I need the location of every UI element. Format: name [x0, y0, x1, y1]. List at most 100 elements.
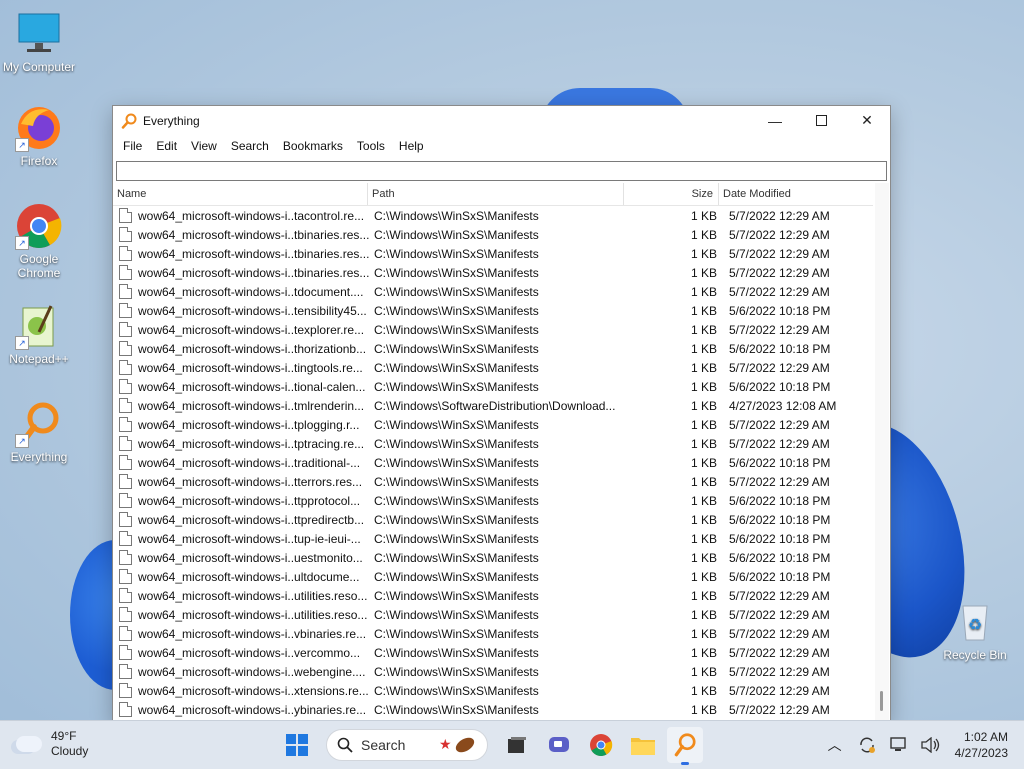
file-icon	[119, 227, 132, 242]
column-date-modified[interactable]: Date Modified	[719, 183, 873, 205]
cell-size: 1 KB	[690, 246, 717, 261]
table-row[interactable]: wow64_microsoft-windows-i..texplorer.re.…	[113, 320, 873, 339]
table-row[interactable]: wow64_microsoft-windows-i..tmlrenderin..…	[113, 396, 873, 415]
taskbar-chrome-button[interactable]	[583, 727, 619, 763]
everything-window[interactable]: Everything — ✕ File Edit View Search Boo…	[112, 105, 891, 722]
desktop-icon-firefox[interactable]: ↗ Firefox	[0, 104, 78, 168]
cell-path: C:\Windows\WinSxS\Manifests	[374, 683, 539, 698]
network-button[interactable]	[887, 733, 911, 757]
close-icon: ✕	[861, 112, 873, 128]
table-row[interactable]: wow64_microsoft-windows-i..tbinaries.res…	[113, 263, 873, 282]
table-row[interactable]: wow64_microsoft-windows-i..xtensions.re.…	[113, 681, 873, 700]
table-row[interactable]: wow64_microsoft-windows-i..webengine....…	[113, 662, 873, 681]
file-icon	[119, 265, 132, 280]
desktop-icon-chrome[interactable]: ↗ Google Chrome	[0, 202, 78, 280]
menu-tools[interactable]: Tools	[350, 135, 392, 157]
cell-path: C:\Windows\WinSxS\Manifests	[374, 512, 539, 527]
scrollbar-thumb[interactable]	[880, 691, 883, 711]
cell-date-modified: 5/7/2022 12:29 AM	[729, 246, 830, 261]
teams-chat-button[interactable]	[541, 727, 577, 763]
file-name: wow64_microsoft-windows-i..tterrors.res.…	[138, 474, 363, 489]
search-input[interactable]	[117, 162, 886, 180]
clock[interactable]: 1:02 AM 4/27/2023	[955, 729, 1008, 761]
task-view-button[interactable]	[499, 727, 535, 763]
file-icon	[119, 626, 132, 641]
taskbar: 49°F Cloudy Search ★ ︿ 1:02 AM 4/27/2023	[0, 720, 1024, 769]
table-row[interactable]: wow64_microsoft-windows-i..ultdocume... C…	[113, 567, 873, 586]
maximize-button[interactable]	[798, 106, 844, 135]
table-row[interactable]: wow64_microsoft-windows-i..tbinaries.res…	[113, 225, 873, 244]
file-icon	[119, 246, 132, 261]
notepadpp-icon: ↗	[15, 302, 63, 350]
title-bar[interactable]: Everything — ✕	[113, 106, 890, 135]
show-hidden-icons-button[interactable]: ︿	[823, 733, 847, 757]
cell-size: 1 KB	[690, 626, 717, 641]
start-button[interactable]	[279, 727, 315, 763]
cell-size: 1 KB	[690, 417, 717, 432]
file-icon	[119, 474, 132, 489]
file-icon	[119, 379, 132, 394]
menu-file[interactable]: File	[116, 135, 149, 157]
table-row[interactable]: wow64_microsoft-windows-i..tdocument....…	[113, 282, 873, 301]
table-row[interactable]: wow64_microsoft-windows-i..vercommo... C:…	[113, 643, 873, 662]
desktop-icon-recycle-bin[interactable]: ♻ Recycle Bin	[936, 598, 1014, 662]
table-row[interactable]: wow64_microsoft-windows-i..tbinaries.res…	[113, 244, 873, 263]
taskbar-everything-button[interactable]	[667, 727, 703, 765]
table-row[interactable]: wow64_microsoft-windows-i..tingtools.re.…	[113, 358, 873, 377]
vertical-scrollbar[interactable]	[875, 183, 889, 720]
monitor-icon	[15, 10, 63, 58]
file-name: wow64_microsoft-windows-i..tbinaries.res…	[138, 265, 370, 280]
table-row[interactable]: wow64_microsoft-windows-i..ttpprotocol..…	[113, 491, 873, 510]
file-name: wow64_microsoft-windows-i..tacontrol.re.…	[138, 208, 365, 223]
cell-name: wow64_microsoft-windows-i..utilities.res…	[113, 588, 370, 603]
menu-search[interactable]: Search	[224, 135, 276, 157]
minimize-button[interactable]: —	[752, 106, 798, 135]
table-row[interactable]: wow64_microsoft-windows-i..vbinaries.re.…	[113, 624, 873, 643]
column-name[interactable]: Name	[113, 183, 368, 205]
table-row[interactable]: wow64_microsoft-windows-i..tterrors.res.…	[113, 472, 873, 491]
table-row[interactable]: wow64_microsoft-windows-i..thorizationb.…	[113, 339, 873, 358]
table-row[interactable]: wow64_microsoft-windows-i..utilities.res…	[113, 586, 873, 605]
table-row[interactable]: wow64_microsoft-windows-i..tptracing.re.…	[113, 434, 873, 453]
table-row[interactable]: wow64_microsoft-windows-i..ttpredirectb.…	[113, 510, 873, 529]
chrome-icon	[590, 734, 613, 756]
menu-help[interactable]: Help	[392, 135, 431, 157]
column-path[interactable]: Path	[368, 183, 624, 205]
table-row[interactable]: wow64_microsoft-windows-i..tplogging.r..…	[113, 415, 873, 434]
menu-bookmarks[interactable]: Bookmarks	[276, 135, 350, 157]
file-icon	[119, 303, 132, 318]
cell-date-modified: 5/6/2022 10:18 PM	[729, 341, 831, 356]
table-row[interactable]: wow64_microsoft-windows-i..ybinaries.re.…	[113, 700, 873, 719]
desktop-icon-everything[interactable]: ↗ Everything	[0, 400, 78, 464]
taskbar-file-explorer-button[interactable]	[625, 727, 661, 763]
cell-path: C:\Windows\WinSxS\Manifests	[374, 588, 539, 603]
cell-path: C:\Windows\WinSxS\Manifests	[374, 322, 539, 337]
close-button[interactable]: ✕	[844, 106, 890, 135]
table-row[interactable]: wow64_microsoft-windows-i..traditional-.…	[113, 453, 873, 472]
table-row[interactable]: wow64_microsoft-windows-i..uestmonito...…	[113, 548, 873, 567]
taskbar-search[interactable]: Search ★	[326, 729, 488, 761]
svg-text:★: ★	[439, 736, 452, 752]
menu-edit[interactable]: Edit	[149, 135, 184, 157]
table-row[interactable]: wow64_microsoft-windows-i..tional-calen.…	[113, 377, 873, 396]
active-indicator	[681, 762, 689, 765]
menu-view[interactable]: View	[184, 135, 224, 157]
desktop-icon-label: Firefox	[20, 154, 58, 168]
column-size[interactable]: Size	[624, 183, 719, 205]
desktop-icon-my-computer[interactable]: My Computer	[0, 10, 78, 74]
volume-button[interactable]	[919, 733, 943, 757]
file-name: wow64_microsoft-windows-i..tmlrenderin..…	[138, 398, 365, 413]
cell-size: 1 KB	[690, 341, 717, 356]
table-row[interactable]: wow64_microsoft-windows-i..tacontrol.re.…	[113, 206, 873, 225]
file-name: wow64_microsoft-windows-i..texplorer.re.…	[138, 322, 365, 337]
table-row[interactable]: wow64_microsoft-windows-i..tup-ie-ieui-.…	[113, 529, 873, 548]
table-row[interactable]: wow64_microsoft-windows-i..tensibility45…	[113, 301, 873, 320]
cell-name: wow64_microsoft-windows-i..tional-calen.…	[113, 379, 370, 394]
file-icon	[119, 208, 132, 223]
weather-widget[interactable]: 49°F Cloudy	[16, 729, 88, 759]
file-icon	[119, 493, 132, 508]
desktop-icon-notepadpp[interactable]: ↗ Notepad++	[0, 302, 78, 366]
update-status-button[interactable]	[855, 733, 879, 757]
table-row[interactable]: wow64_microsoft-windows-i..utilities.res…	[113, 605, 873, 624]
cell-date-modified: 5/6/2022 10:18 PM	[729, 379, 831, 394]
